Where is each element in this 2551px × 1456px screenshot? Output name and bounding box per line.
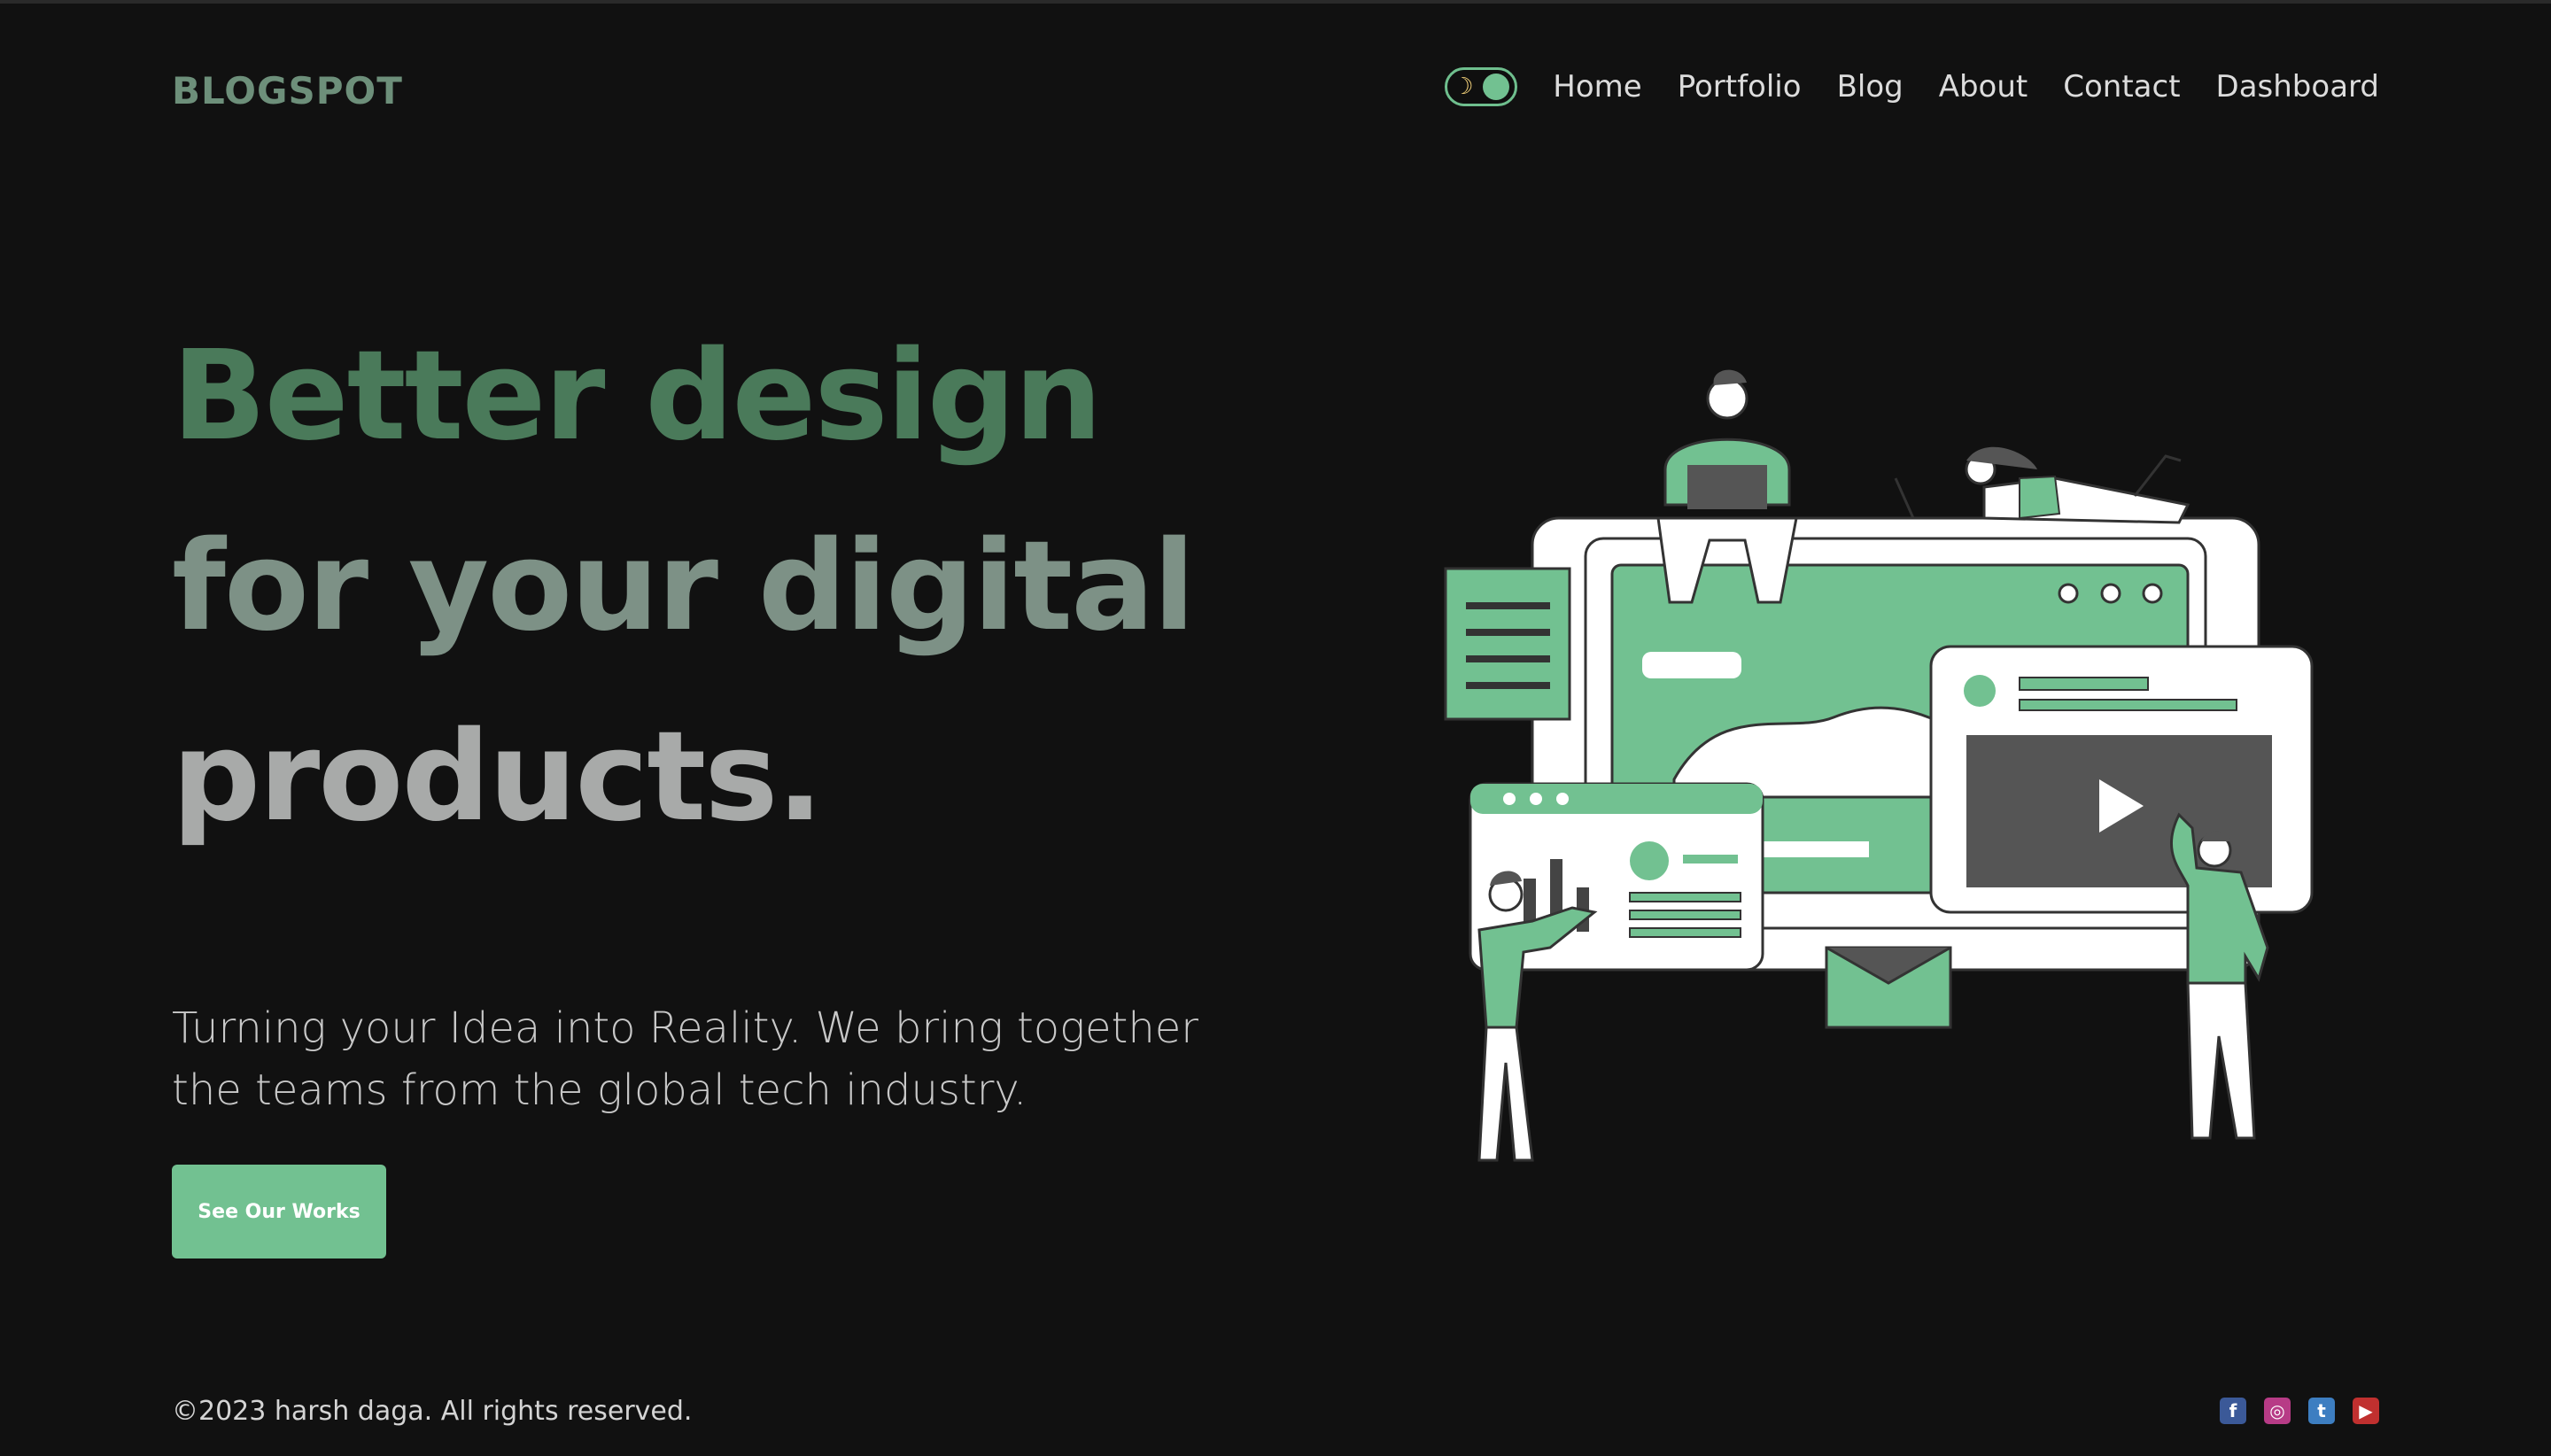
youtube-icon[interactable]: ▶ [2353, 1398, 2379, 1424]
hero-title: Better design for your digital products. [172, 301, 1412, 872]
nav-home[interactable]: Home [1553, 69, 1641, 105]
nav-contact[interactable]: Contact [2063, 69, 2180, 105]
document [1444, 567, 1571, 721]
nav-about[interactable]: About [1939, 69, 2028, 105]
hero-title-line-2: for your digital [172, 515, 1196, 659]
site-logo[interactable]: BLOGSPOT [172, 69, 403, 112]
hero-subtitle: Turning your Idea into Reality. We bring… [172, 1003, 1199, 1115]
hero-illustration [1444, 369, 2314, 1162]
facebook-icon[interactable]: f [2220, 1398, 2246, 1424]
twitter-icon[interactable]: t [2308, 1398, 2335, 1424]
see-our-works-button[interactable]: See Our Works [172, 1165, 386, 1259]
toggle-knob [1483, 74, 1510, 100]
page: BLOGSPOT ☽ Home Portfolio Blog About Con… [0, 0, 2551, 1456]
top-strip [0, 0, 2551, 4]
main-nav: ☽ Home Portfolio Blog About Contact Dash… [1445, 67, 2379, 106]
moon-icon: ☽ [1453, 74, 1474, 100]
hero-title-line-3: products. [172, 705, 824, 849]
footer-copyright: ©2023 harsh daga. All rights reserved. [172, 1396, 693, 1427]
hero-title-line-1: Better design [172, 324, 1103, 469]
nav-dashboard[interactable]: Dashboard [2216, 69, 2379, 105]
nav-portfolio[interactable]: Portfolio [1678, 69, 1802, 105]
instagram-icon[interactable]: ◎ [2264, 1398, 2291, 1424]
nav-blog[interactable]: Blog [1837, 69, 1904, 105]
social-links: f ◎ t ▶ [2220, 1398, 2379, 1424]
theme-toggle[interactable]: ☽ [1445, 67, 1518, 106]
